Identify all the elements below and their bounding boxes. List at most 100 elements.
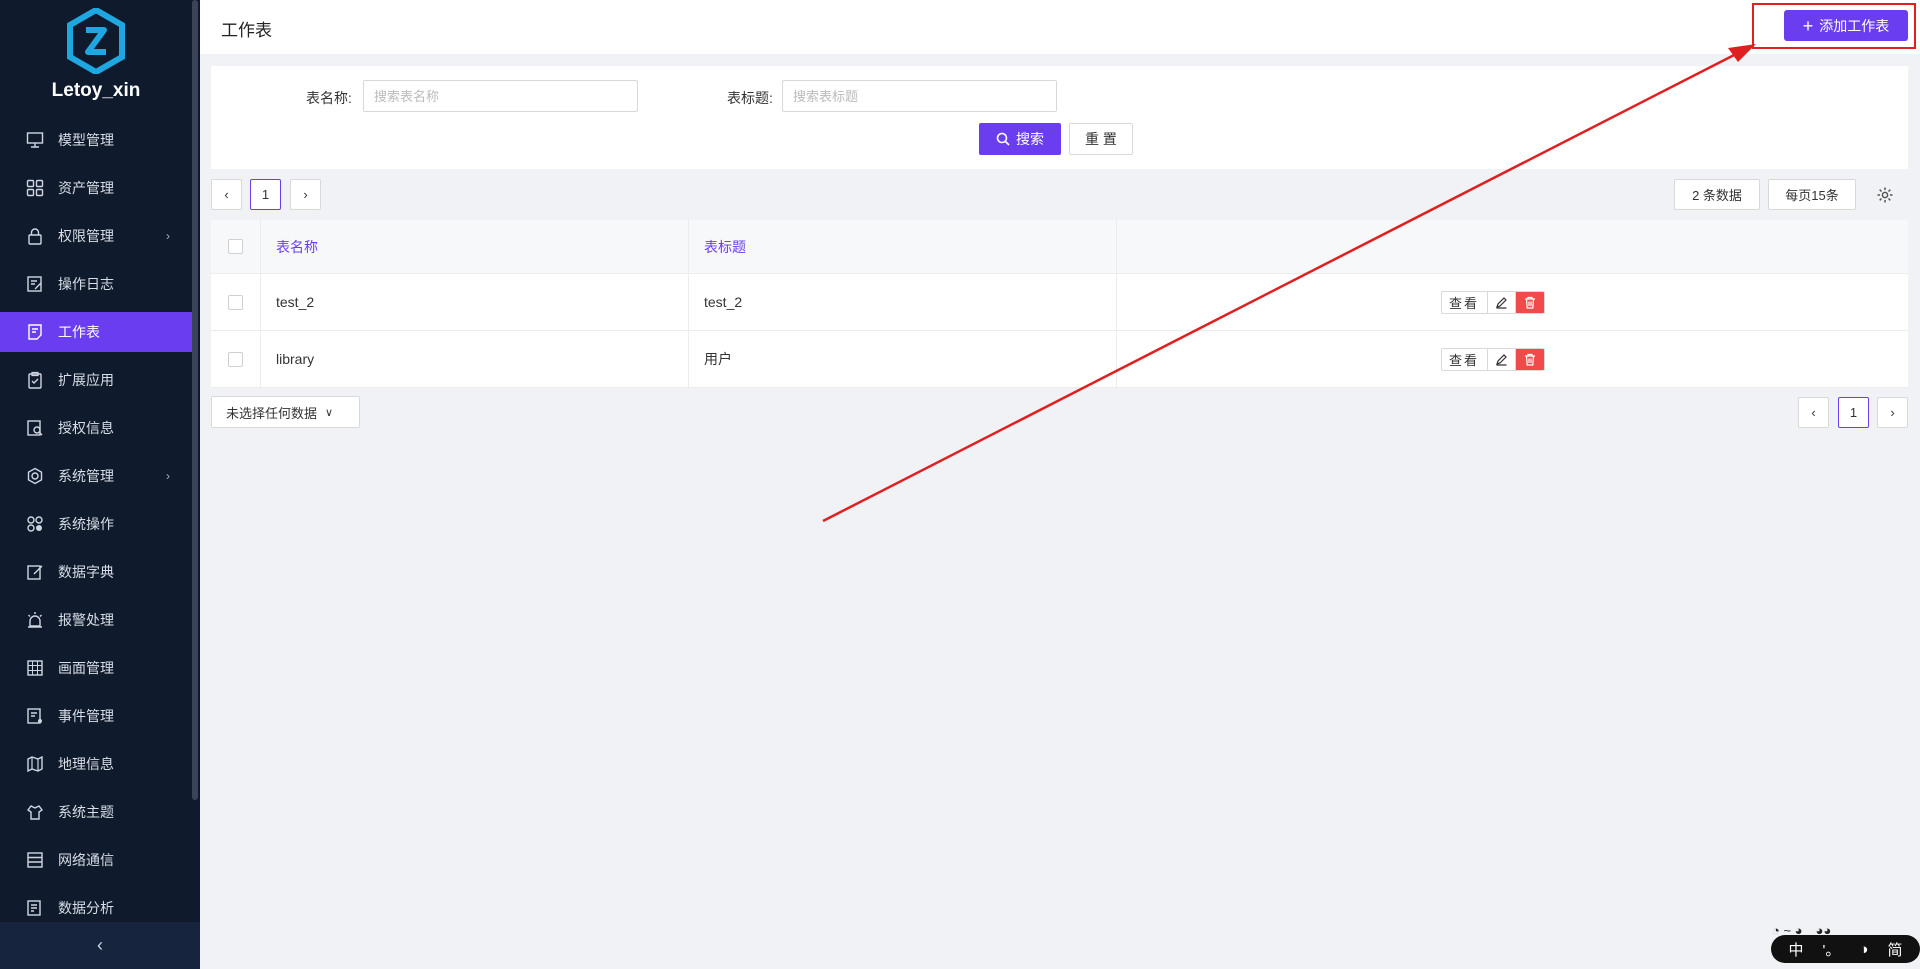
- column-header-actions: [1117, 220, 1908, 273]
- sidebar-item-label: 权限管理: [58, 228, 114, 244]
- logo-icon: [67, 8, 125, 74]
- map-icon: [26, 755, 44, 773]
- ime-lang[interactable]: 中: [1789, 939, 1804, 960]
- row-checkbox[interactable]: [228, 294, 243, 310]
- delete-button[interactable]: [1515, 291, 1544, 313]
- page-1-button[interactable]: 1: [1838, 397, 1869, 428]
- edit-button[interactable]: [1488, 348, 1516, 370]
- monitor-settings-icon: [26, 131, 44, 149]
- chevron-right-icon: ›: [166, 229, 170, 243]
- logo: Letoy_xin: [0, 8, 192, 108]
- ime-punct[interactable]: '。: [1823, 939, 1841, 960]
- view-button[interactable]: 查看: [1442, 348, 1488, 370]
- sidebar-collapse-button[interactable]: ‹: [0, 922, 200, 969]
- page-size-select[interactable]: 每页15条: [1768, 179, 1856, 210]
- circles-icon: [26, 515, 44, 533]
- sidebar-item-permissions[interactable]: 权限管理 ›: [0, 216, 192, 256]
- name-filter-label: 表名称:: [306, 90, 352, 106]
- moon-icon[interactable]: ◑: [1859, 941, 1868, 958]
- name-filter-input[interactable]: [363, 80, 638, 112]
- sidebar-item-label: 模型管理: [58, 132, 114, 148]
- selection-label: 未选择任何数据: [226, 405, 318, 421]
- chevron-right-icon: ›: [166, 469, 170, 483]
- sidebar-item-system[interactable]: 系统管理 ›: [0, 456, 192, 496]
- sidebar-item-system-ops[interactable]: 系统操作: [0, 504, 192, 544]
- sidebar-item-label: 系统管理: [58, 468, 114, 484]
- sidebar-item-label: 网络通信: [58, 852, 114, 868]
- table-row: test_2 test_2 查看: [211, 274, 1908, 331]
- worksheet-table: 表名称 表标题 test_2 test_2 查看 library 用户 查看: [211, 220, 1908, 388]
- row-actions: 查看: [1440, 290, 1545, 314]
- row-name-cell: test_2: [261, 274, 689, 330]
- sidebar-item-label: 事件管理: [58, 708, 114, 724]
- ime-toolbar[interactable]: 中 '。 ◑ 简: [1771, 935, 1920, 963]
- sidebar-item-theme[interactable]: 系统主题: [0, 792, 192, 832]
- sidebar-item-label: 系统操作: [58, 516, 114, 532]
- sidebar-item-label: 地理信息: [58, 756, 114, 772]
- row-title-cell: test_2: [689, 274, 1117, 330]
- sidebar-item-alarm[interactable]: 报警处理: [0, 600, 192, 640]
- trash-icon: [1524, 353, 1535, 366]
- row-actions-cell: 查看: [1117, 274, 1908, 330]
- selection-dropdown[interactable]: 未选择任何数据 ∨: [211, 396, 360, 428]
- sidebar-item-label: 扩展应用: [58, 372, 114, 388]
- row-actions-cell: 查看: [1117, 331, 1908, 387]
- sidebar-item-label: 授权信息: [58, 420, 114, 436]
- sidebar-scrollbar[interactable]: [192, 0, 198, 800]
- report-icon: [26, 899, 44, 917]
- gear-icon: [26, 467, 44, 485]
- delete-button[interactable]: [1515, 348, 1544, 370]
- sidebar-item-dictionary[interactable]: 数据字典: [0, 552, 192, 592]
- edit-button[interactable]: [1488, 291, 1516, 313]
- pencil-icon: [1495, 353, 1507, 366]
- search-label: 搜索: [1016, 131, 1044, 147]
- list-icon: [26, 851, 44, 869]
- clipboard-check-icon: [26, 371, 44, 389]
- title-filter-input[interactable]: [782, 80, 1057, 112]
- page-title: 工作表: [221, 21, 272, 40]
- alarm-icon: [26, 611, 44, 629]
- column-header-title[interactable]: 表标题: [689, 220, 1117, 273]
- row-check-cell: [211, 331, 261, 387]
- table-header-row: 表名称 表标题: [211, 220, 1908, 274]
- sidebar-item-extensions[interactable]: 扩展应用: [0, 360, 192, 400]
- worksheet-icon: [26, 323, 44, 341]
- search-button[interactable]: 搜索: [979, 123, 1061, 155]
- table-row: library 用户 查看: [211, 331, 1908, 388]
- prev-page-button[interactable]: ‹: [1798, 397, 1829, 428]
- sidebar-item-label: 系统主题: [58, 804, 114, 820]
- prev-page-button[interactable]: ‹: [211, 179, 242, 210]
- reset-button[interactable]: 重 置: [1069, 123, 1133, 155]
- lock-icon: [26, 227, 44, 245]
- sidebar-item-label: 报警处理: [58, 612, 114, 628]
- theme-icon: [26, 803, 44, 821]
- sidebar-item-model[interactable]: 模型管理: [0, 120, 192, 160]
- column-header-name[interactable]: 表名称: [261, 220, 689, 273]
- sidebar-item-assets[interactable]: 资产管理: [0, 168, 192, 208]
- row-checkbox[interactable]: [228, 351, 243, 367]
- next-page-button[interactable]: ›: [1877, 397, 1908, 428]
- event-doc-icon: [26, 707, 44, 725]
- gear-icon[interactable]: [1876, 186, 1894, 204]
- sidebar-item-worksheet[interactable]: 工作表: [0, 312, 192, 352]
- sidebar-item-license[interactable]: 授权信息: [0, 408, 192, 448]
- chevron-left-icon: ‹: [97, 935, 103, 955]
- view-button[interactable]: 查看: [1442, 291, 1488, 313]
- row-check-cell: [211, 274, 261, 330]
- sidebar-item-network[interactable]: 网络通信: [0, 840, 192, 880]
- page-1-button[interactable]: 1: [250, 179, 281, 210]
- sidebar-item-canvas[interactable]: 画面管理: [0, 648, 192, 688]
- next-page-button[interactable]: ›: [290, 179, 321, 210]
- sidebar: Letoy_xin 模型管理 资产管理 权限管理 › 操作日志 工作表 扩展应用: [0, 0, 200, 969]
- ime-mode[interactable]: 简: [1887, 939, 1902, 960]
- select-all-checkbox[interactable]: [228, 239, 243, 254]
- edit-icon: [26, 563, 44, 581]
- total-count: 2 条数据: [1674, 179, 1760, 210]
- sidebar-item-label: 资产管理: [58, 180, 114, 196]
- chevron-down-icon: ∨: [325, 406, 334, 419]
- sidebar-item-geo[interactable]: 地理信息: [0, 744, 192, 784]
- search-panel: 表名称: 表标题: 搜索 重 置: [211, 66, 1908, 169]
- sidebar-item-operation-log[interactable]: 操作日志: [0, 264, 192, 304]
- sidebar-item-events[interactable]: 事件管理: [0, 696, 192, 736]
- doc-search-icon: [26, 419, 44, 437]
